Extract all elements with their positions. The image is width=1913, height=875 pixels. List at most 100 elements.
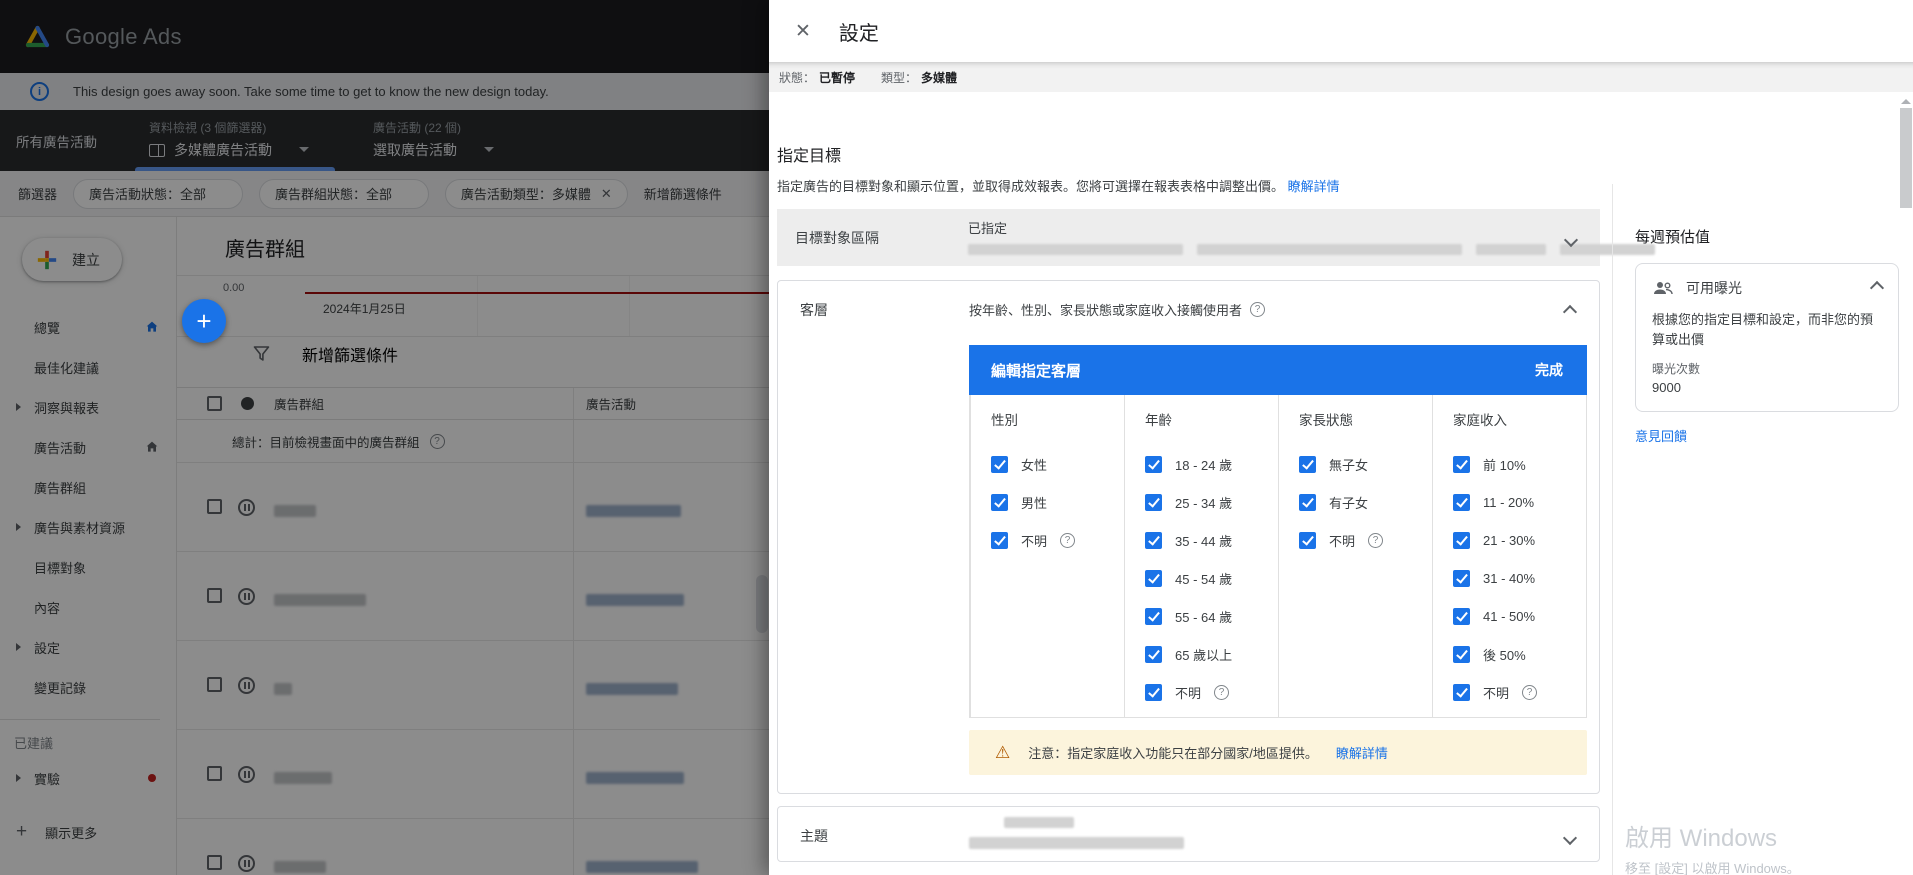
help-icon[interactable] [1250, 302, 1265, 317]
status-label: 狀態： [779, 69, 815, 86]
targeting-heading: 指定目標 [777, 142, 1600, 166]
checked-checkbox[interactable] [991, 456, 1008, 473]
checked-checkbox[interactable] [1453, 646, 1470, 663]
type-label: 類型： [881, 69, 917, 86]
warning-icon: ⚠ [995, 743, 1010, 763]
close-icon[interactable]: ✕ [795, 20, 811, 43]
type-value: 多媒體 [921, 69, 957, 86]
checked-checkbox[interactable] [1453, 532, 1470, 549]
demographics-section: 客層 按年齡、性別、家長狀態或家庭收入接觸使用者 編輯指定客層 完成 [777, 280, 1600, 794]
topics-row[interactable]: 主題 [777, 806, 1600, 862]
checked-checkbox[interactable] [1145, 646, 1162, 663]
checked-checkbox[interactable] [991, 494, 1008, 511]
audience-specified-text: 已指定 [968, 221, 1007, 236]
demographic-option[interactable]: 45 - 54 歲 [1145, 559, 1278, 597]
checked-checkbox[interactable] [1299, 456, 1316, 473]
impressions-metric-value: 9000 [1652, 380, 1882, 395]
scrollbar-up-arrow[interactable] [1901, 94, 1911, 104]
option-label: 65 歲以上 [1175, 645, 1232, 664]
chevron-up-icon[interactable] [1872, 281, 1882, 296]
demographic-option[interactable]: 11 - 20% [1453, 483, 1586, 521]
demographic-option[interactable]: 不明 [1145, 673, 1278, 711]
demographic-option[interactable]: 不明 [1299, 521, 1432, 559]
watermark-line1: 啟用 Windows [1625, 818, 1800, 853]
help-icon[interactable] [1214, 685, 1229, 700]
scrollbar-thumb[interactable] [1900, 108, 1912, 208]
demographic-option[interactable]: 55 - 64 歲 [1145, 597, 1278, 635]
help-icon[interactable] [1522, 685, 1537, 700]
demographics-grid: 性別 女性 [969, 395, 1587, 718]
demographic-option[interactable]: 65 歲以上 [1145, 635, 1278, 673]
checked-checkbox[interactable] [1453, 684, 1470, 701]
option-label: 無子女 [1329, 455, 1368, 474]
drawer-scroll-area: 指定目標 指定廣告的目標對象和顯示位置，並取得成效報表。您將可選擇在報表表格中調… [769, 92, 1913, 875]
demographic-option[interactable]: 無子女 [1299, 445, 1432, 483]
status-strip: 狀態： 已暫停 類型： 多媒體 [769, 62, 1913, 92]
income-warning-banner: ⚠ 注意：指定家庭收入功能只在部分國家/地區提供。 瞭解詳情 [969, 730, 1587, 775]
checked-checkbox[interactable] [991, 532, 1008, 549]
demographic-option[interactable]: 男性 [991, 483, 1124, 521]
feedback-link[interactable]: 意見回饋 [1635, 426, 1913, 445]
demographics-column: 家庭收入 前 10% [1432, 395, 1586, 717]
impressions-metric-label: 曝光次數 [1652, 360, 1882, 377]
chevron-up-icon[interactable] [1565, 305, 1575, 320]
option-label: 前 10% [1483, 455, 1526, 474]
drawer-scrollbar[interactable] [1900, 94, 1912, 871]
checked-checkbox[interactable] [1453, 456, 1470, 473]
learn-more-link[interactable]: 瞭解詳情 [1336, 743, 1388, 762]
learn-more-link[interactable]: 瞭解詳情 [1288, 179, 1340, 194]
checked-checkbox[interactable] [1453, 570, 1470, 587]
help-icon[interactable] [1368, 533, 1383, 548]
option-label: 女性 [1021, 455, 1047, 474]
demographic-option[interactable]: 後 50% [1453, 635, 1586, 673]
demographics-editor: 編輯指定客層 完成 性別 [969, 345, 1587, 718]
card-description: 根據您的指定目標和設定，而非您的預算或出價 [1652, 310, 1882, 350]
audience-segments-value: 已指定 [968, 218, 1655, 255]
checked-checkbox[interactable] [1145, 532, 1162, 549]
checked-checkbox[interactable] [1145, 570, 1162, 587]
demographic-option[interactable]: 女性 [991, 445, 1124, 483]
demographic-option[interactable]: 不明 [1453, 673, 1586, 711]
demographic-option[interactable]: 31 - 40% [1453, 559, 1586, 597]
card-header[interactable]: 可用曝光 [1652, 278, 1882, 298]
windows-activation-watermark: 啟用 Windows 移至 [設定] 以啟用 Windows。 [1625, 818, 1800, 875]
chevron-down-icon[interactable] [1565, 831, 1575, 846]
help-icon[interactable] [1060, 533, 1075, 548]
chevron-down-icon[interactable] [1566, 233, 1576, 248]
editor-title: 編輯指定客層 [991, 360, 1081, 381]
status-value: 已暫停 [819, 69, 855, 86]
checked-checkbox[interactable] [1145, 608, 1162, 625]
option-label: 不明 [1021, 531, 1047, 550]
demographic-option[interactable]: 41 - 50% [1453, 597, 1586, 635]
demographics-options: 無子女 有子女 [1299, 445, 1432, 559]
warning-text: 注意：指定家庭收入功能只在部分國家/地區提供。 [1028, 743, 1318, 762]
watermark-line2: 移至 [設定] 以啟用 Windows。 [1625, 858, 1800, 875]
checked-checkbox[interactable] [1145, 684, 1162, 701]
demographics-options: 女性 男性 [991, 445, 1124, 559]
demographic-option[interactable]: 21 - 30% [1453, 521, 1586, 559]
checked-checkbox[interactable] [1145, 456, 1162, 473]
redacted-audience-list [968, 244, 1655, 255]
option-label: 41 - 50% [1483, 609, 1535, 624]
settings-drawer: ✕ 設定 狀態： 已暫停 類型： 多媒體 指定目標 指定廣告的目標對象和顯示位置… [769, 0, 1913, 875]
audience-segments-row[interactable]: 目標對象區隔 已指定 [777, 209, 1600, 266]
option-label: 55 - 64 歲 [1175, 607, 1232, 626]
checked-checkbox[interactable] [1299, 494, 1316, 511]
checked-checkbox[interactable] [1299, 532, 1316, 549]
demographics-description: 按年齡、性別、家長狀態或家庭收入接觸使用者 [969, 300, 1265, 319]
option-label: 不明 [1329, 531, 1355, 550]
demographic-option[interactable]: 18 - 24 歲 [1145, 445, 1278, 483]
demographics-description-text: 按年齡、性別、家長狀態或家庭收入接觸使用者 [969, 300, 1242, 319]
done-button[interactable]: 完成 [1535, 360, 1563, 380]
demographic-option[interactable]: 前 10% [1453, 445, 1586, 483]
demographic-option[interactable]: 有子女 [1299, 483, 1432, 521]
demographics-column: 性別 女性 [970, 395, 1124, 717]
checked-checkbox[interactable] [1453, 494, 1470, 511]
demographics-header[interactable]: 客層 按年齡、性別、家長狀態或家庭收入接觸使用者 [778, 281, 1599, 337]
checked-checkbox[interactable] [1453, 608, 1470, 625]
add-fab-button[interactable]: + [182, 299, 226, 343]
demographic-option[interactable]: 不明 [991, 521, 1124, 559]
demographic-option[interactable]: 25 - 34 歲 [1145, 483, 1278, 521]
checked-checkbox[interactable] [1145, 494, 1162, 511]
demographic-option[interactable]: 35 - 44 歲 [1145, 521, 1278, 559]
